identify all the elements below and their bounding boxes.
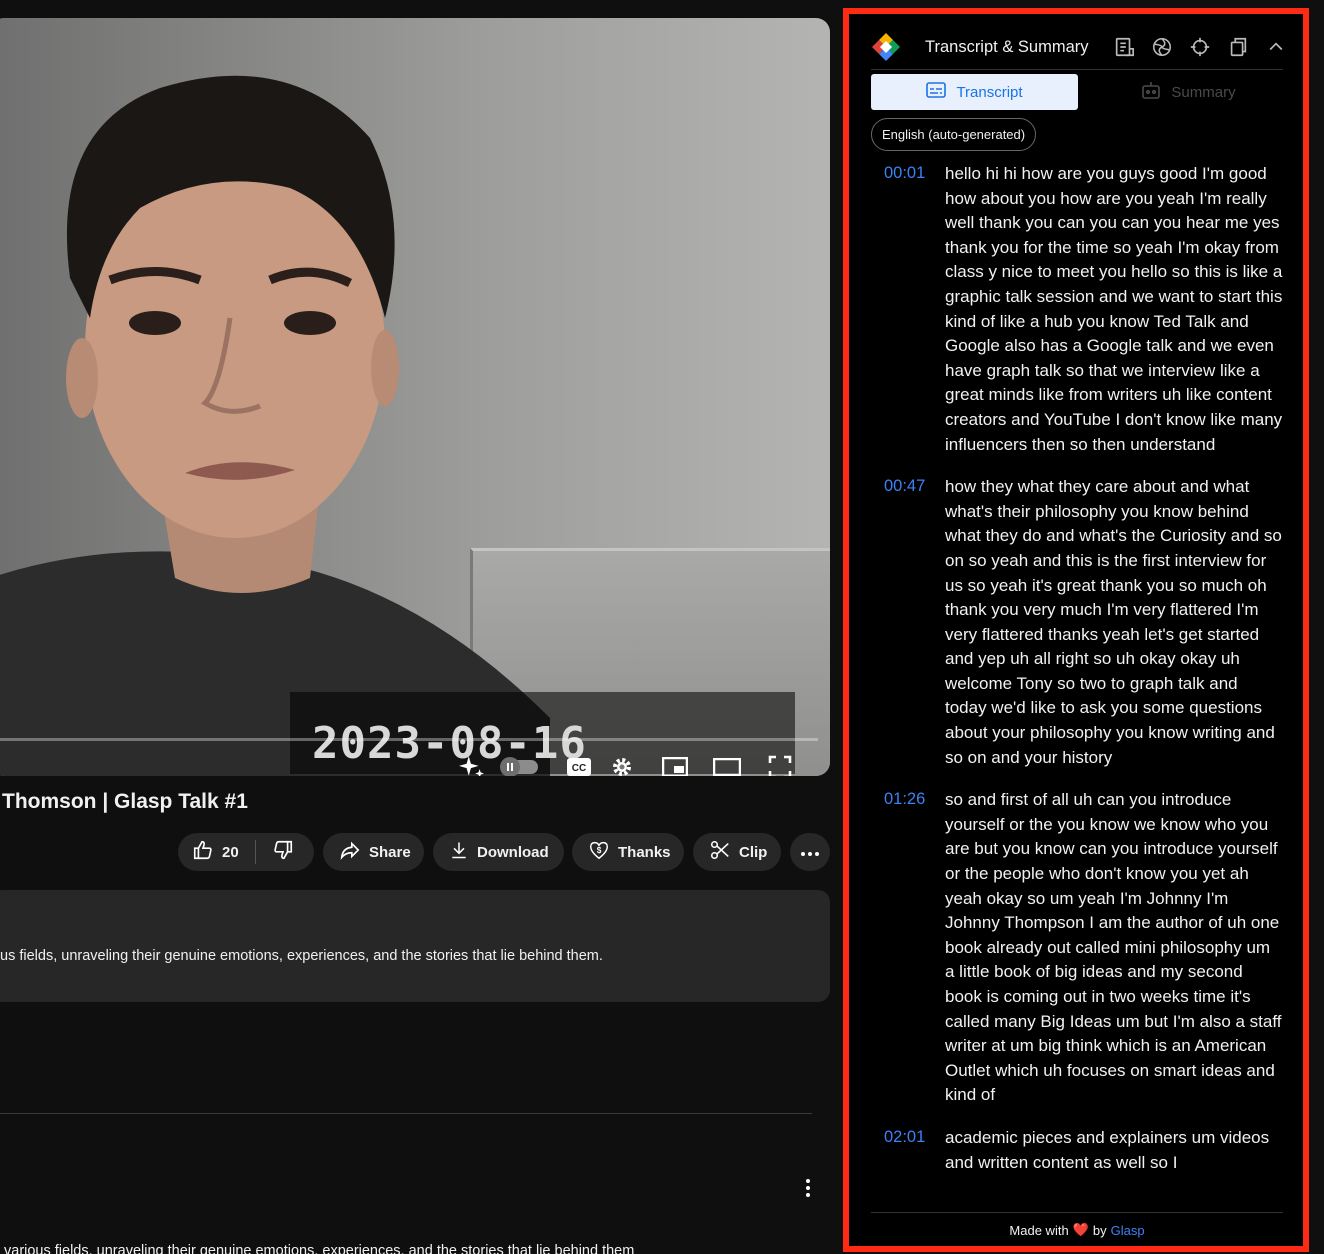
video-frame-person xyxy=(0,75,550,776)
panel-title: Transcript & Summary xyxy=(925,38,1089,56)
transcript-fade xyxy=(871,1194,1291,1212)
robot-icon xyxy=(1141,81,1161,103)
segment-text: so and first of all uh can you introduce… xyxy=(945,790,1282,1105)
transcript-view-icon[interactable] xyxy=(1111,34,1137,60)
progress-bar[interactable] xyxy=(0,738,818,741)
transcript-segment: 02:01 academic pieces and explainers um … xyxy=(871,1126,1291,1175)
tab-summary-label: Summary xyxy=(1171,83,1236,101)
heart-icon: ❤️ xyxy=(1072,1222,1089,1237)
footer-by: by xyxy=(1092,1222,1107,1238)
theater-mode-icon[interactable] xyxy=(712,752,742,776)
segment-timestamp[interactable]: 00:01 xyxy=(884,164,925,183)
player-controls: CC xyxy=(0,752,830,776)
thumbs-up-icon[interactable] xyxy=(192,839,214,865)
like-dislike-group: 20 xyxy=(178,833,314,871)
thanks-label: Thanks xyxy=(618,843,671,861)
kebab-menu-icon[interactable] xyxy=(798,1176,818,1200)
transcript-summary-panel: Transcript & Summary Transcript Summary … xyxy=(843,8,1309,1252)
thanks-button[interactable]: $ Thanks xyxy=(572,833,684,871)
header-divider xyxy=(871,69,1283,70)
miniplayer-icon[interactable] xyxy=(660,752,690,776)
language-selector[interactable]: English (auto-generated) xyxy=(871,118,1037,151)
svg-text:$: $ xyxy=(597,846,602,855)
clip-button[interactable]: Clip xyxy=(693,833,781,871)
share-icon xyxy=(339,839,361,865)
video-title: Thomson | Glasp Talk #1 xyxy=(2,790,248,813)
clip-label: Clip xyxy=(739,843,768,861)
like-divider xyxy=(254,840,256,864)
svg-text:CC: CC xyxy=(572,763,586,774)
segment-timestamp[interactable]: 00:47 xyxy=(884,477,925,496)
copy-icon[interactable] xyxy=(1225,34,1251,60)
cc-icon[interactable]: CC xyxy=(564,752,594,776)
more-actions-button[interactable] xyxy=(790,833,830,871)
section-divider xyxy=(0,1113,812,1114)
segment-text: academic pieces and explainers um videos… xyxy=(945,1127,1270,1172)
transcript-list[interactable]: 00:01 hello hi hi how are you guys good … xyxy=(871,162,1291,1212)
transcript-segment: 00:01 hello hi hi how are you guys good … xyxy=(871,162,1291,457)
description-box[interactable]: us fields, unraveling their genuine emot… xyxy=(0,890,830,1002)
crosshair-icon[interactable] xyxy=(1187,34,1213,60)
tab-transcript[interactable]: Transcript xyxy=(871,74,1078,110)
tab-transcript-label: Transcript xyxy=(956,83,1023,101)
more-horizontal-icon xyxy=(800,844,820,861)
autoplay-toggle[interactable] xyxy=(500,757,538,776)
description-text: us fields, unraveling their genuine emot… xyxy=(0,948,603,964)
tab-summary[interactable]: Summary xyxy=(1085,74,1292,110)
transcript-segment: 01:26 so and first of all uh can you int… xyxy=(871,788,1291,1108)
panel-header: Transcript & Summary xyxy=(871,28,1291,66)
thumbs-down-icon[interactable] xyxy=(272,839,294,865)
segment-text: hello hi hi how are you guys good I'm go… xyxy=(945,164,1283,454)
scissors-icon xyxy=(709,839,731,865)
like-count[interactable]: 20 xyxy=(222,844,239,861)
subtitles-icon xyxy=(926,82,947,102)
bottom-description-text: various fields, unraveling their genuine… xyxy=(4,1243,635,1254)
segment-text: how they what they care about and what w… xyxy=(945,477,1282,767)
panel-footer: Made with ❤️ by Glasp xyxy=(871,1220,1283,1240)
segment-timestamp[interactable]: 01:26 xyxy=(884,790,925,809)
chatgpt-icon[interactable] xyxy=(1149,34,1175,60)
segment-timestamp[interactable]: 02:01 xyxy=(884,1128,925,1147)
settings-gear-icon[interactable] xyxy=(607,752,637,776)
glasp-link[interactable]: Glasp xyxy=(1111,1223,1145,1238)
download-button[interactable]: Download xyxy=(433,833,564,871)
transcript-segment: 00:47 how they what they care about and … xyxy=(871,475,1291,770)
download-label: Download xyxy=(477,843,549,861)
pause-icon xyxy=(500,757,520,776)
video-player[interactable]: 2023-08-16 11:06:37 CC xyxy=(0,18,830,776)
glasp-logo-icon xyxy=(871,32,901,62)
footer-prefix: Made with xyxy=(1009,1222,1069,1238)
chevron-up-icon[interactable] xyxy=(1263,34,1289,60)
download-icon xyxy=(449,840,469,864)
ai-sparkle-icon[interactable] xyxy=(457,752,487,776)
fullscreen-icon[interactable] xyxy=(765,752,795,776)
share-label: Share xyxy=(369,843,411,861)
footer-divider xyxy=(871,1212,1283,1213)
heart-dollar-icon: $ xyxy=(588,839,610,865)
share-button[interactable]: Share xyxy=(323,833,424,871)
